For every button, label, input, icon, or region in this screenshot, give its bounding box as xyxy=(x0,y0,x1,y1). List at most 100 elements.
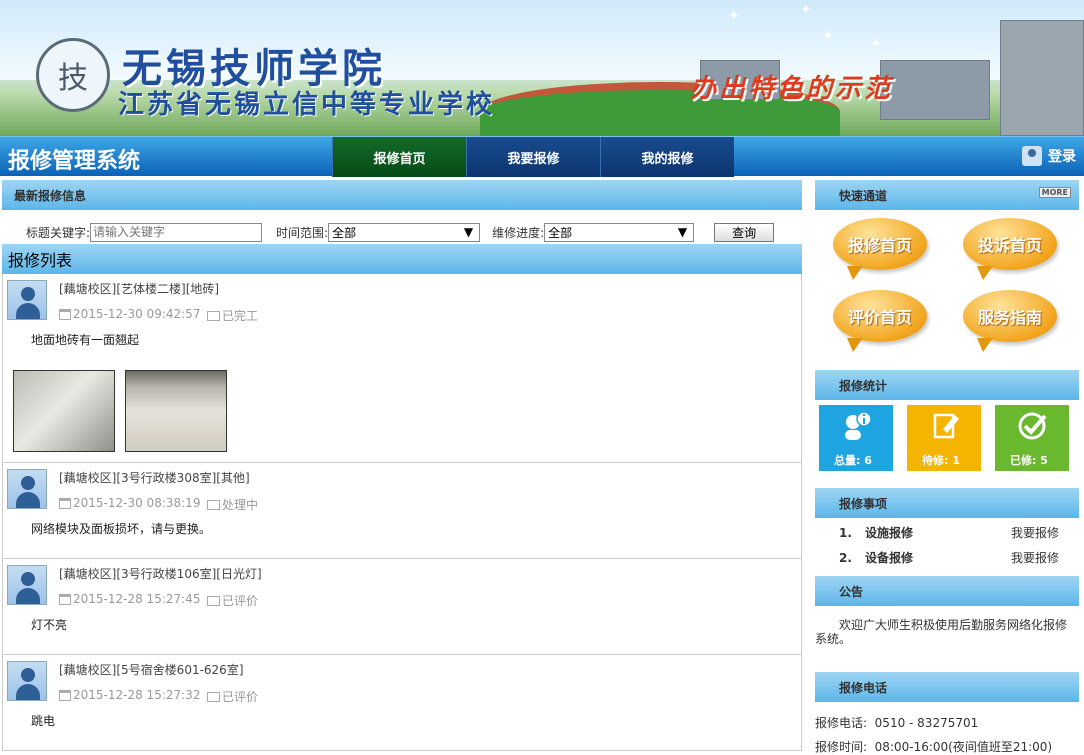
login-label: 登录 xyxy=(1048,149,1076,165)
tab-submit-repair[interactable]: 我要报修 xyxy=(466,137,600,177)
repair-description: 地面地砖有一面翘起 xyxy=(31,333,140,347)
time-range-select[interactable]: 全部 ▼ xyxy=(328,222,481,242)
repair-description: 网络模块及面板损坏，请与更换。 xyxy=(31,522,212,536)
tab-repair-home[interactable]: 报修首页 xyxy=(332,137,466,177)
repair-status: 已评价 xyxy=(207,592,258,609)
matter-number: 2. xyxy=(839,550,852,565)
quick-button-label: 报修首页 xyxy=(847,236,912,255)
main-content: 最新报修信息 标题关键字: 时间范围: 全部 ▼ 维修进度: 全部 ▼ 查询 报… xyxy=(2,180,802,751)
repair-time: 2015-12-28 15:27:45 xyxy=(59,592,200,606)
banner-building xyxy=(1000,20,1084,136)
repair-time-text: 2015-12-30 08:38:19 xyxy=(73,496,201,510)
notice-header: 公告 xyxy=(815,576,1079,606)
list-item[interactable]: [藕塘校区][3号行政楼308室][其他] 2015-12-30 08:38:1… xyxy=(3,463,801,559)
repair-photo[interactable] xyxy=(13,370,115,452)
time-range-label: 时间范围: xyxy=(276,225,329,240)
repair-stats-title: 报修统计 xyxy=(839,378,888,393)
quick-service-guide-button[interactable]: 服务指南 xyxy=(963,290,1057,352)
quick-complaint-home-button[interactable]: 投诉首页 xyxy=(963,218,1057,280)
repair-hours: 报修时间: 08:00-16:00(夜间值班至21:00) xyxy=(815,740,1053,754)
notice-text: 欢迎广大师生积极使用后勤服务网络化报修系统。 xyxy=(815,618,1068,646)
calendar-icon xyxy=(59,593,71,605)
repair-location: [藕塘校区][3号行政楼308室][其他] xyxy=(59,471,250,485)
keyword-input[interactable] xyxy=(90,222,263,242)
system-name: 报修管理系统 xyxy=(8,148,141,174)
submit-repair-link[interactable]: 我要报修 xyxy=(1011,524,1079,541)
repair-status-text: 已评价 xyxy=(222,690,259,704)
status-icon xyxy=(207,499,220,510)
latest-repairs-title: 最新报修信息 xyxy=(14,188,87,203)
check-circle-icon xyxy=(1018,412,1047,440)
notice-title: 公告 xyxy=(839,584,864,599)
repair-matters-header: 报修事项 xyxy=(815,488,1079,518)
avatar xyxy=(7,469,47,509)
repair-list-title: 报修列表 xyxy=(8,251,73,270)
quick-button-label: 服务指南 xyxy=(977,308,1042,327)
list-item: 1. 设施报修 我要报修 xyxy=(815,520,1079,545)
matter-number: 1. xyxy=(839,525,852,540)
quick-button-label: 评价首页 xyxy=(847,308,912,327)
repair-matters-title: 报修事项 xyxy=(839,496,888,511)
banner-building xyxy=(880,60,990,120)
bird-icon: ✦ xyxy=(822,28,834,44)
progress-label: 维修进度: xyxy=(492,225,545,240)
keyword-label: 标题关键字: xyxy=(26,225,91,240)
repair-location: [藕塘校区][艺体楼二楼][地砖] xyxy=(59,282,220,296)
repair-status: 处理中 xyxy=(207,496,258,513)
stat-total: 总量: 6 xyxy=(834,454,872,467)
repair-status-text: 已评价 xyxy=(222,594,259,608)
header-banner: ✦ ✦ ✦ ✦ 技 无锡技师学院 江苏省无锡立信中等专业学校 办出特色的示范 xyxy=(0,0,1084,136)
calendar-icon xyxy=(59,689,71,701)
repair-phone-number: 报修电话: 0510 - 83275701 xyxy=(815,716,979,730)
repair-status: 已评价 xyxy=(207,688,258,705)
dropdown-arrow-icon: ▼ xyxy=(677,225,688,239)
stat-total-tile[interactable]: 总量: 6 xyxy=(819,405,893,471)
calendar-icon xyxy=(59,308,71,320)
sidebar: 快速通道 MORE 报修首页 投诉首页 评价首页 服务指南 报修统计 总量: 6… xyxy=(815,180,1079,754)
status-icon xyxy=(207,691,220,702)
login-button[interactable]: 登录 xyxy=(1022,146,1076,166)
repair-location: [藕塘校区][3号行政楼106室][日光灯] xyxy=(59,567,262,581)
list-item[interactable]: [藕塘校区][艺体楼二楼][地砖] 2015-12-30 09:42:57 已完… xyxy=(3,274,801,463)
avatar xyxy=(7,565,47,605)
repair-photo[interactable] xyxy=(125,370,227,452)
repair-description: 跳电 xyxy=(31,714,56,728)
quick-access-header: 快速通道 MORE xyxy=(815,180,1079,210)
status-icon xyxy=(207,310,220,321)
main-navbar: 报修管理系统 报修首页 我要报修 我的报修 登录 xyxy=(0,136,1084,177)
school-seal-logo: 技 xyxy=(36,38,110,112)
dropdown-arrow-icon: ▼ xyxy=(463,225,474,239)
search-button[interactable]: 查询 xyxy=(714,222,775,242)
filter-bar: 标题关键字: 时间范围: 全部 ▼ 维修进度: 全部 ▼ 查询 xyxy=(2,220,802,244)
time-range-value: 全部 xyxy=(332,225,357,240)
repair-time: 2015-12-28 15:27:32 xyxy=(59,688,200,702)
repair-matters-list: 1. 设施报修 我要报修 2. 设备报修 我要报修 xyxy=(815,520,1079,570)
repair-location: [藕塘校区][5号宿舍楼601-626室] xyxy=(59,663,244,677)
repair-time-text: 2015-12-28 15:27:45 xyxy=(73,592,201,606)
latest-repairs-header: 最新报修信息 xyxy=(2,180,802,210)
submit-repair-link[interactable]: 我要报修 xyxy=(1011,549,1079,566)
more-link[interactable]: MORE xyxy=(1038,187,1071,198)
stat-done-tile[interactable]: 已修: 5 xyxy=(995,405,1069,471)
repair-phone-title: 报修电话 xyxy=(839,680,888,695)
repair-stats-header: 报修统计 xyxy=(815,370,1079,400)
repair-status-text: 已完工 xyxy=(222,309,259,323)
bird-icon: ✦ xyxy=(800,2,812,18)
quick-button-label: 投诉首页 xyxy=(977,236,1042,255)
bird-icon: ✦ xyxy=(728,8,740,24)
avatar xyxy=(7,661,47,701)
progress-select[interactable]: 全部 ▼ xyxy=(544,222,695,242)
stat-pending-tile[interactable]: 待修: 1 xyxy=(907,405,981,471)
list-item[interactable]: [藕塘校区][3号行政楼106室][日光灯] 2015-12-28 15:27:… xyxy=(3,559,801,655)
banner-slogan: 办出特色的示范 xyxy=(690,74,894,104)
quick-evaluation-home-button[interactable]: 评价首页 xyxy=(833,290,927,352)
repair-description: 灯不亮 xyxy=(31,618,68,632)
repair-status-text: 处理中 xyxy=(222,498,259,512)
quick-repair-home-button[interactable]: 报修首页 xyxy=(833,218,927,280)
repair-time: 2015-12-30 09:42:57 xyxy=(59,307,200,321)
tab-my-repairs[interactable]: 我的报修 xyxy=(600,137,734,177)
matter-label: 设备报修 xyxy=(865,551,914,565)
repair-status: 已完工 xyxy=(207,307,258,324)
list-item[interactable]: [藕塘校区][5号宿舍楼601-626室] 2015-12-28 15:27:3… xyxy=(3,655,801,751)
quick-access-title: 快速通道 xyxy=(839,188,888,203)
